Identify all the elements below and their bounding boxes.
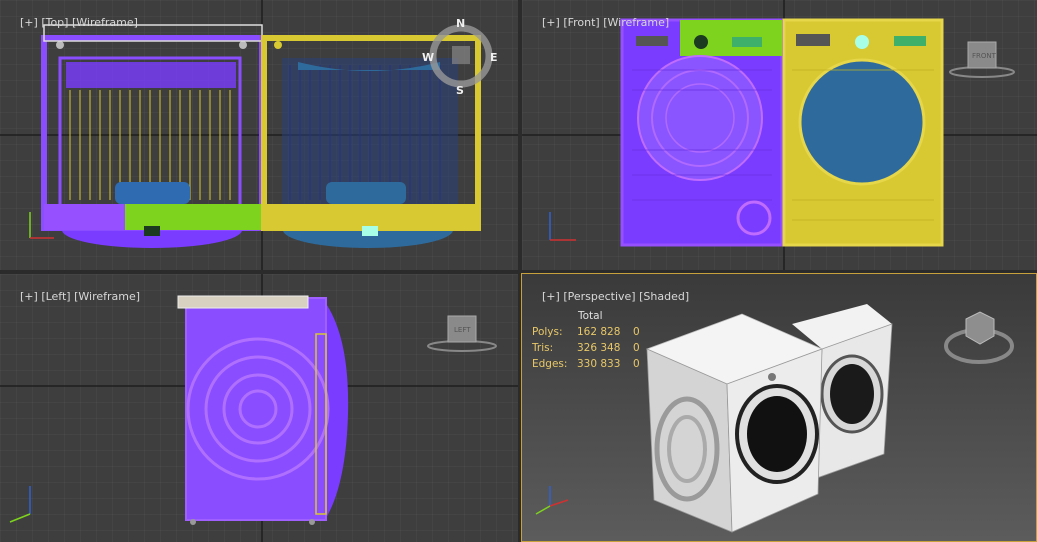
viewcube-face-label: FRONT <box>972 52 997 60</box>
compass-west: W <box>422 51 434 64</box>
viewport-top[interactable]: N S E W [+] [Top] [Wireframe] <box>0 0 518 270</box>
viewport-shading-menu[interactable]: [Wireframe] <box>72 16 138 29</box>
viewport-shading-menu[interactable]: [Wireframe] <box>74 290 140 303</box>
stats-header: Total <box>578 310 603 322</box>
viewport-shading-menu[interactable]: [Shaded] <box>639 290 689 303</box>
viewport-view-menu[interactable]: [Left] <box>41 290 70 303</box>
stats-extra: 0 <box>633 342 640 354</box>
viewcube-face-label: LEFT <box>454 326 471 334</box>
viewport-menu-plus[interactable]: [+] <box>20 290 38 303</box>
washer-front-wireframe <box>620 18 784 247</box>
viewport-perspective[interactable]: [+] [Perspective] [Shaded] Total Polys: … <box>521 273 1037 542</box>
stats-value: 162 828 <box>577 326 621 338</box>
compass-east: E <box>490 51 498 64</box>
stats-extra: 0 <box>633 358 640 370</box>
compass-north: N <box>456 17 465 30</box>
viewport-left[interactable]: LEFT [+] [Left] [Wireframe] <box>0 274 518 542</box>
viewport-menu-plus[interactable]: [+] <box>542 290 560 303</box>
viewport-label-left: [+] [Left] [Wireframe] <box>6 277 140 316</box>
stats-key: Polys: <box>532 326 563 338</box>
viewport-view-menu[interactable]: [Front] <box>563 16 599 29</box>
viewport-shading-menu[interactable]: [Wireframe] <box>603 16 669 29</box>
viewport-menu-plus[interactable]: [+] <box>20 16 38 29</box>
viewport-label-top: [+] [Top] [Wireframe] <box>6 3 138 42</box>
dryer-front-wireframe <box>782 18 944 247</box>
dryer-top-wireframe <box>261 35 481 248</box>
viewcube-icon[interactable] <box>944 311 1014 364</box>
viewport-label-front: [+] [Front] [Wireframe] <box>528 3 669 42</box>
axis-tripod-icon <box>535 486 569 515</box>
viewport-view-menu[interactable]: [Top] <box>41 16 68 29</box>
washer-left-wireframe <box>177 295 349 525</box>
stats-key: Edges: <box>532 358 568 370</box>
viewport-view-menu[interactable]: [Perspective] <box>563 290 635 303</box>
stats-key: Tris: <box>532 342 554 354</box>
stats-extra: 0 <box>633 326 640 338</box>
compass-south: S <box>456 84 464 97</box>
viewport-label-perspective: [+] [Perspective] [Shaded] <box>528 277 689 316</box>
viewport-menu-plus[interactable]: [+] <box>542 16 560 29</box>
stats-value: 326 348 <box>577 342 621 354</box>
viewport-front[interactable]: FRONT [+] [Front] [Wireframe] <box>522 0 1037 270</box>
stats-value: 330 833 <box>577 358 621 370</box>
